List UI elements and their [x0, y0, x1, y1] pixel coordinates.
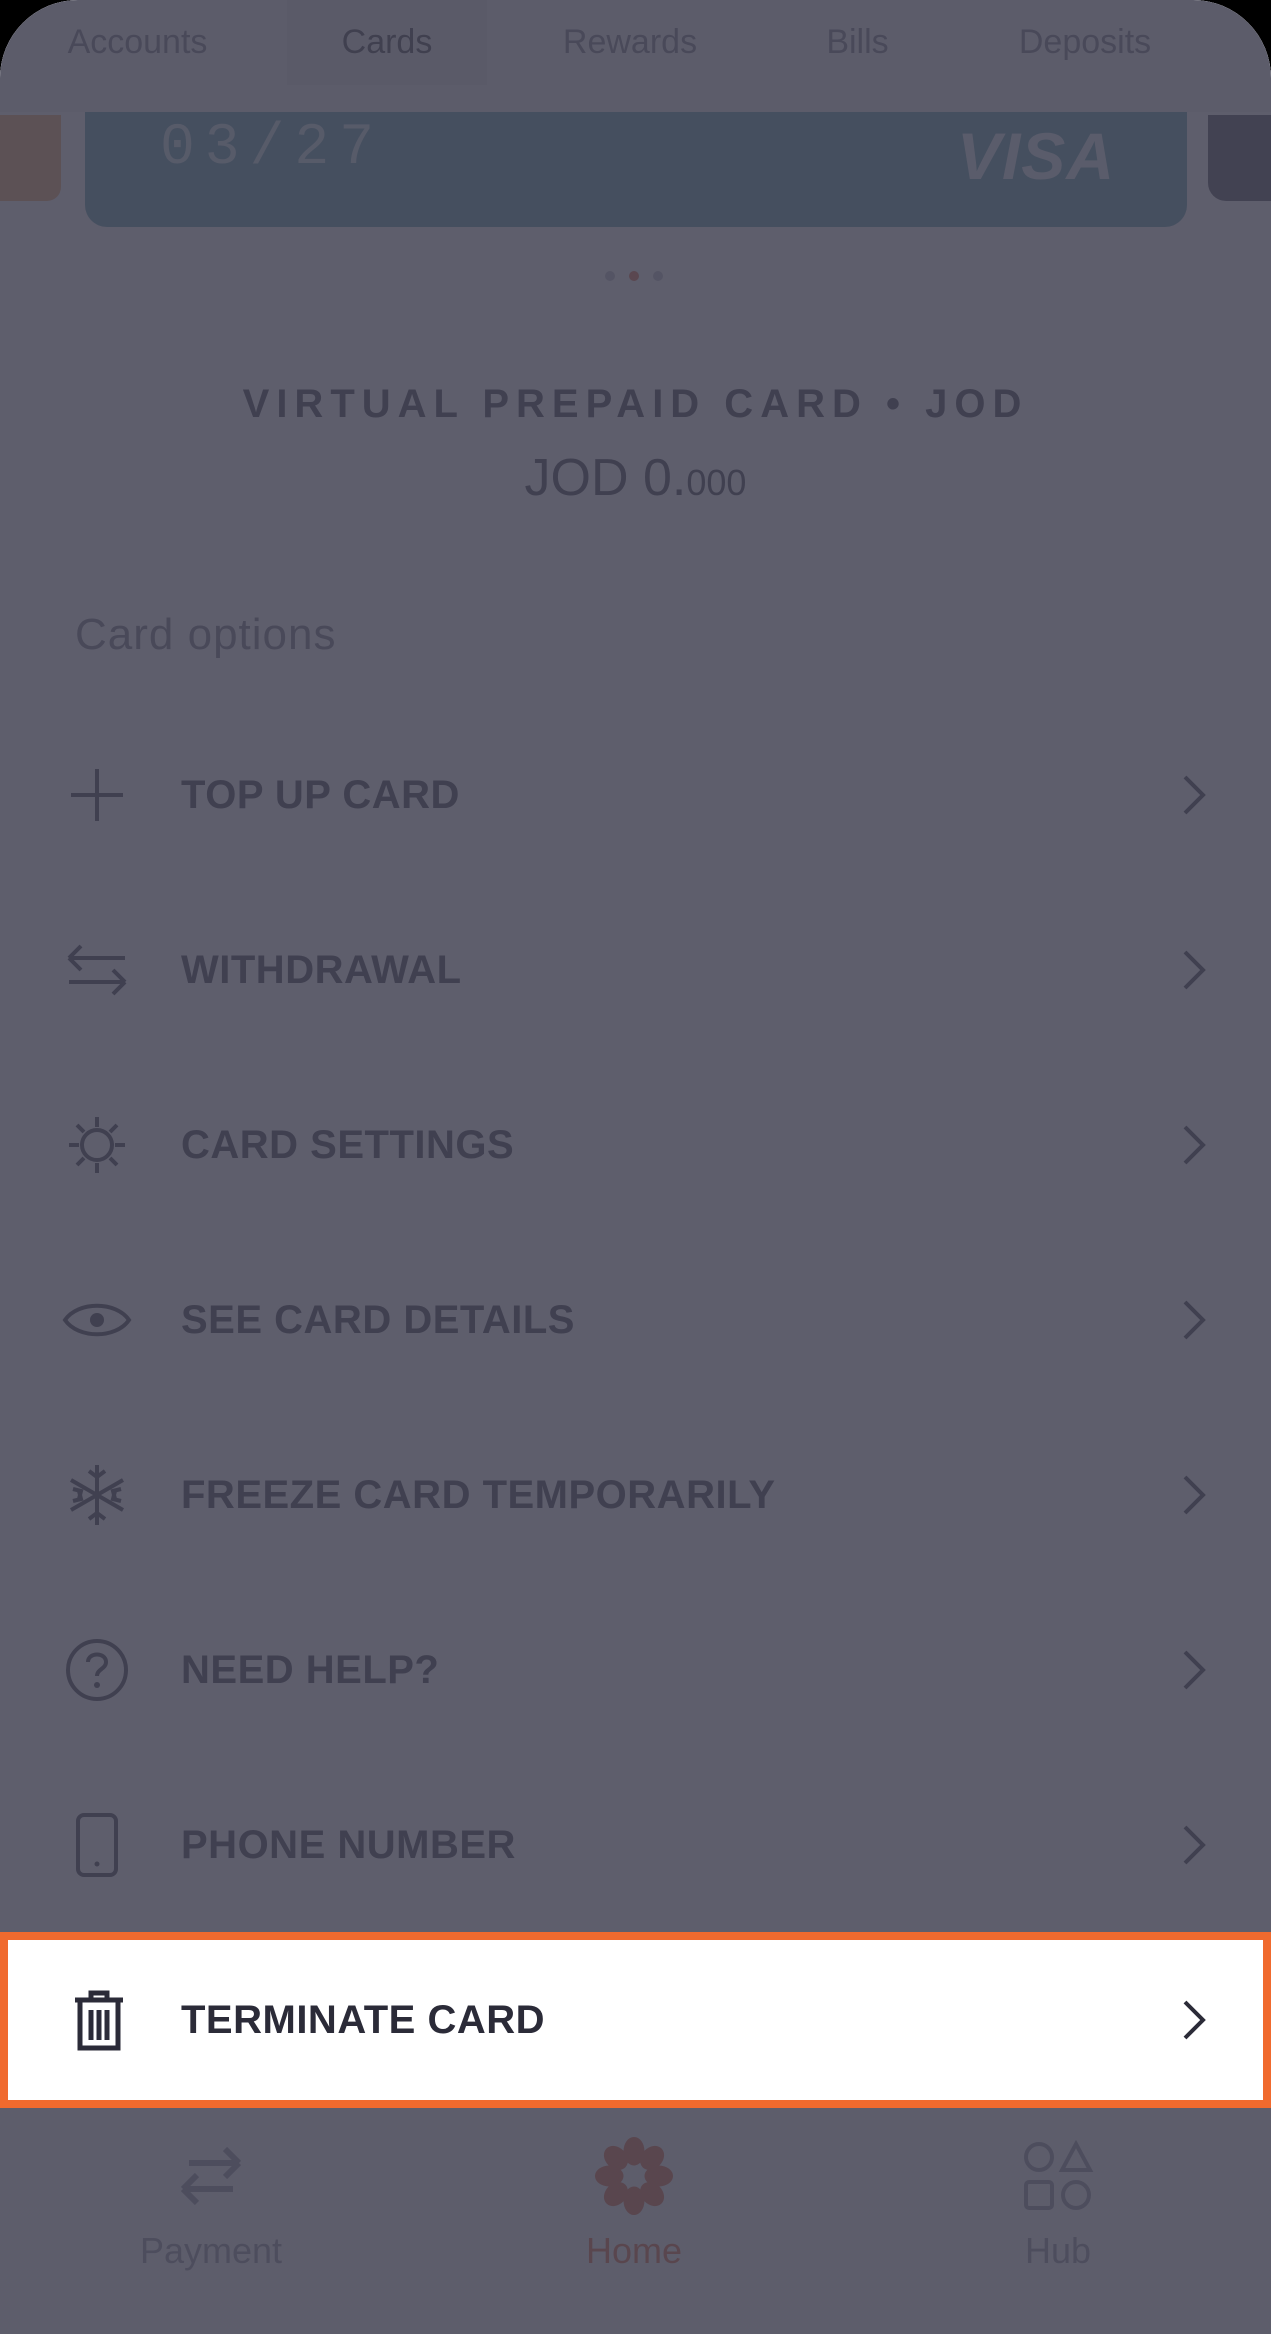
pager-dot-active[interactable] — [629, 271, 639, 281]
gear-icon — [62, 1110, 132, 1180]
balance-decimals: 000 — [686, 462, 747, 503]
nav-label: Payment — [139, 2230, 283, 2271]
option-label: PHONE NUMBER — [181, 1822, 516, 1867]
nav-label: Home — [585, 2230, 683, 2271]
pager-dot[interactable] — [653, 271, 663, 281]
option-need-help[interactable]: NEED HELP? — [0, 1585, 1271, 1755]
option-see-card-details[interactable]: SEE CARD DETAILS — [0, 1235, 1271, 1405]
option-label: TOP UP CARD — [181, 772, 460, 817]
option-label: NEED HELP? — [181, 1647, 440, 1692]
snowflake-icon — [62, 1460, 132, 1530]
chevron-right-icon — [1176, 1994, 1212, 2046]
nav-label: Hub — [1024, 2230, 1092, 2271]
card-type-label: VIRTUAL PREPAID CARD • JOD — [242, 382, 1029, 426]
pager-dot[interactable] — [605, 271, 615, 281]
previous-card-peek[interactable] — [0, 115, 61, 201]
tab-rewards[interactable]: Rewards — [530, 0, 730, 85]
card-balance: JOD 0.000 — [0, 448, 1271, 508]
option-withdrawal[interactable]: WITHDRAWAL — [0, 885, 1271, 1055]
option-label: SEE CARD DETAILS — [181, 1297, 575, 1342]
top-tabs: Accounts Cards Rewards Bills Deposits — [0, 0, 1271, 112]
nav-payment[interactable]: Payment — [61, 2108, 361, 2272]
chevron-right-icon — [1176, 1819, 1212, 1871]
tab-deposits[interactable]: Deposits — [990, 0, 1180, 85]
chevron-right-icon — [1176, 1469, 1212, 1521]
option-terminate-card[interactable]: TERMINATE CARD — [0, 1932, 1271, 2108]
chevron-right-icon — [1176, 1119, 1212, 1171]
nav-home[interactable]: Home — [484, 2108, 784, 2272]
option-top-up-card[interactable]: TOP UP CARD — [0, 710, 1271, 880]
tab-cards[interactable]: Cards — [287, 0, 487, 85]
question-circle-icon — [62, 1635, 132, 1705]
option-card-settings[interactable]: CARD SETTINGS — [0, 1060, 1271, 1230]
shapes-icon — [1018, 2136, 1098, 2216]
balance-whole: JOD 0. — [524, 449, 687, 507]
plus-icon — [62, 760, 132, 830]
option-label: TERMINATE CARD — [181, 1997, 546, 2042]
option-label: WITHDRAWAL — [181, 947, 462, 992]
chevron-right-icon — [1176, 769, 1212, 821]
visa-logo: VISA — [956, 119, 1115, 193]
card-pager-dots — [605, 271, 663, 281]
trash-icon — [64, 1985, 134, 2055]
tab-accounts[interactable]: Accounts — [20, 0, 255, 85]
tab-bills[interactable]: Bills — [775, 0, 940, 85]
next-card-peek[interactable] — [1208, 115, 1271, 201]
card-options-title: Card options — [75, 610, 337, 659]
option-freeze-card[interactable]: FREEZE CARD TEMPORARILY — [0, 1410, 1271, 1580]
eye-icon — [62, 1285, 132, 1355]
transfer-arrows-icon — [171, 2136, 251, 2216]
nav-hub[interactable]: Hub — [908, 2108, 1208, 2272]
swap-arrows-icon — [62, 935, 132, 1005]
option-label: FREEZE CARD TEMPORARILY — [181, 1472, 776, 1517]
option-label: CARD SETTINGS — [181, 1122, 515, 1167]
chevron-right-icon — [1176, 1294, 1212, 1346]
option-phone-number[interactable]: PHONE NUMBER — [0, 1760, 1271, 1930]
virtual-card[interactable]: 03/27 VISA — [85, 112, 1187, 227]
bottom-nav: Payment Home Hub — [0, 2108, 1271, 2334]
card-expiry: 03/27 — [160, 116, 385, 181]
chevron-right-icon — [1176, 1644, 1212, 1696]
chevron-right-icon — [1176, 944, 1212, 996]
flower-logo-icon — [594, 2136, 674, 2216]
phone-screen: Accounts Cards Rewards Bills Deposits 03… — [0, 0, 1271, 2334]
phone-icon — [62, 1810, 132, 1880]
